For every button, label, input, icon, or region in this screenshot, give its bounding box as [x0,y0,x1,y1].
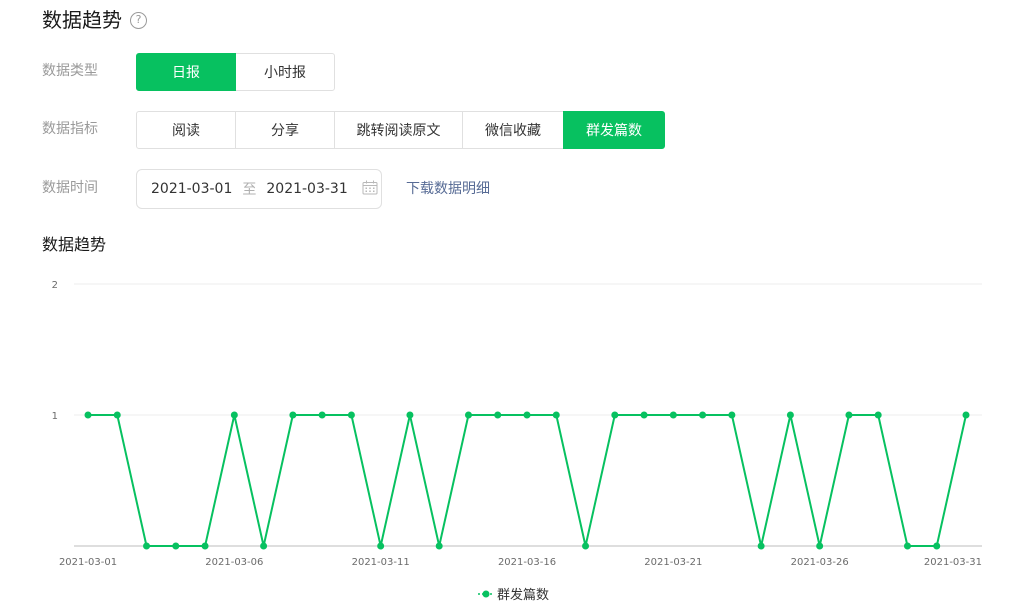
x-tick-label: 2021-03-01 [59,557,117,568]
data-point [113,411,121,419]
data-point [582,542,590,550]
data-point [611,411,619,419]
data-point [933,542,941,550]
y-tick-label: 1 [52,411,58,422]
data-point [435,542,443,550]
x-tick-label: 2021-03-31 [924,557,982,568]
data-point [816,542,824,550]
trend-chart: 1 2 2021-03-01 2021-03-06 2021-03-11 2021-03-… [52,280,982,603]
daily-report-button[interactable]: 日报 [136,53,236,91]
data-point [962,411,970,419]
page: 数据趋势 ? 数据类型 日报 小时报 数据指标 阅读 分享 跳转阅读原文 微信收… [0,0,1019,611]
metric-tab-post-count[interactable]: 群发篇数 [563,111,665,149]
data-point [172,542,180,550]
data-point [699,411,707,419]
x-tick-label: 2021-03-21 [644,557,702,568]
x-tick-label: 2021-03-06 [205,557,263,568]
legend-marker [482,590,490,598]
data-point [289,411,297,419]
data-point [874,411,882,419]
data-point [260,542,268,550]
data-point [377,542,385,550]
data-point [845,411,853,419]
data-point [523,411,531,419]
data-point [552,411,560,419]
x-tick-label: 2021-03-26 [791,557,849,568]
data-point [230,411,238,419]
data-point [640,411,648,419]
data-point [318,411,326,419]
data-point [903,542,911,550]
data-point [201,542,209,550]
y-tick-label: 2 [52,280,58,291]
x-tick-label: 2021-03-16 [498,557,556,568]
x-tick-label: 2021-03-11 [352,557,410,568]
data-point [143,542,151,550]
series-line [88,414,967,547]
data-point [494,411,502,419]
data-point [347,411,355,419]
data-point [464,411,472,419]
data-point [728,411,736,419]
data-point [406,411,414,419]
legend-label: 群发篇数 [497,587,549,603]
data-point [786,411,794,419]
data-point [84,411,92,419]
data-point [757,542,765,550]
data-point [669,411,677,419]
